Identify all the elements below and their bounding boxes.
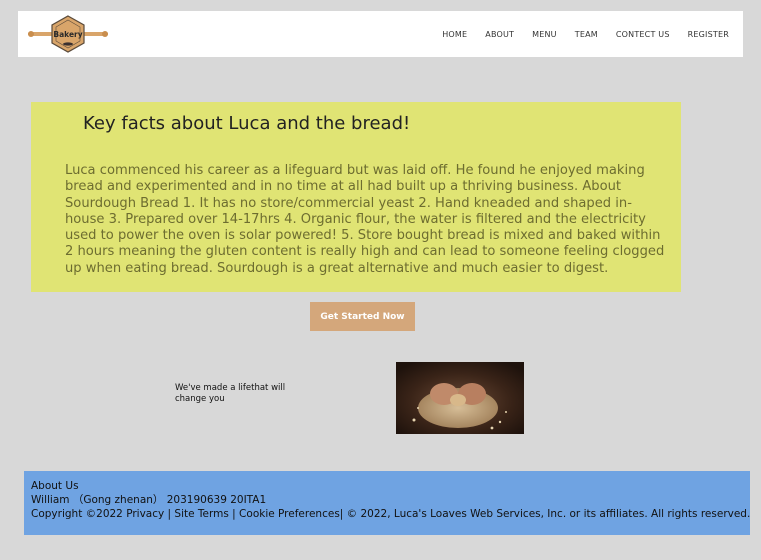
nav-register[interactable]: REGISTER	[688, 30, 729, 39]
kneading-dough-image	[396, 362, 524, 434]
main-nav: HOME ABOUT MENU TEAM CONTECT US REGISTER	[442, 11, 729, 57]
nav-home[interactable]: HOME	[442, 30, 467, 39]
nav-about[interactable]: ABOUT	[485, 30, 514, 39]
footer-author: William （Gong zhenan） 203190639 20ITA1	[31, 494, 267, 506]
nav-contact[interactable]: CONTECT US	[616, 30, 670, 39]
tagline-text: We've made a lifethat will change you	[175, 383, 286, 404]
facts-body: Luca commenced his career as a lifeguard…	[65, 163, 665, 276]
bakery-logo[interactable]: Bakery	[28, 15, 108, 53]
footer-about[interactable]: About Us	[31, 479, 743, 493]
nav-team[interactable]: TEAM	[575, 30, 598, 39]
get-started-button[interactable]: Get Started Now	[310, 302, 415, 331]
nav-menu[interactable]: MENU	[532, 30, 557, 39]
facts-title: Key facts about Luca and the bread!	[83, 113, 411, 134]
logo-text: Bakery	[53, 30, 82, 39]
key-facts-card: Key facts about Luca and the bread! Luca…	[31, 102, 681, 292]
site-footer: About Us William （Gong zhenan） 203190639…	[24, 471, 750, 535]
site-header: Bakery HOME ABOUT MENU TEAM CONTECT US R…	[18, 11, 743, 57]
footer-copyright: Copyright ©2022 Privacy | Site Terms | C…	[31, 508, 751, 520]
